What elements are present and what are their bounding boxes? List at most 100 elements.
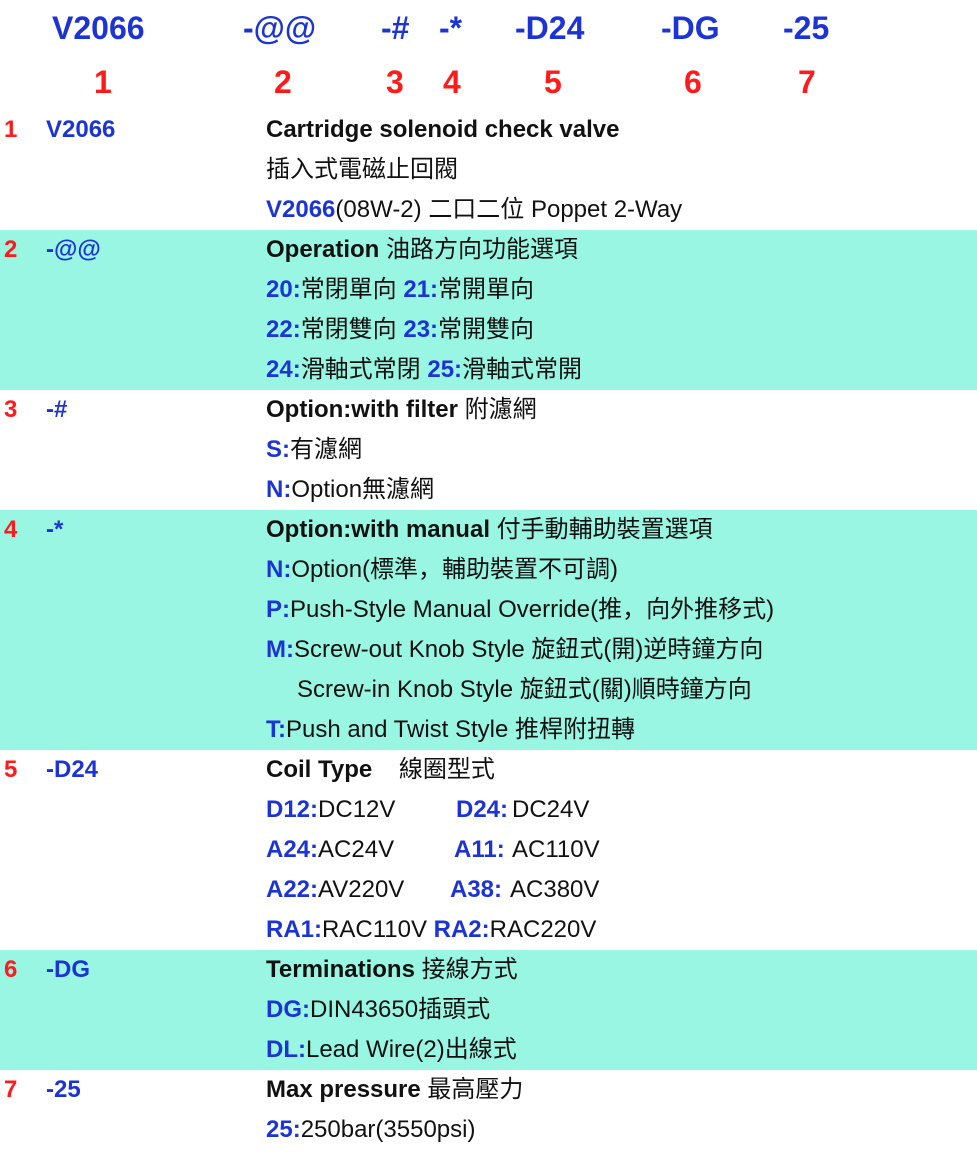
header-code-1: V2066 (52, 10, 145, 46)
option-key: 20: (266, 276, 301, 303)
option-value: AC380V (510, 876, 600, 903)
description-text: 插入式電磁止回閥 (266, 156, 458, 183)
option-key: S: (266, 436, 290, 463)
option-value: 250bar(3550psi) (300, 1116, 476, 1143)
option-key: A24: (266, 836, 319, 863)
section-code: -* (46, 516, 64, 543)
option-line: 25:250bar(3550psi) (266, 1110, 475, 1150)
option-key: 21: (403, 276, 439, 303)
option-value: 有濾網 (290, 436, 362, 463)
section-code: -DG (46, 956, 90, 983)
option-line: M:Screw-out Knob Style 旋鈕式(開)逆時鐘方向 (266, 630, 763, 670)
header-number-2: 2 (274, 64, 292, 100)
section-title-cn: 最高壓力 (420, 1076, 524, 1103)
option-line: N:Option無濾網 (266, 470, 434, 510)
section-1-base-model: 1 V2066 Cartridge solenoid check valve 插… (0, 110, 977, 230)
option-value: 常開單向 (438, 276, 535, 303)
section-title-cn: 接線方式 (414, 956, 518, 983)
section-title: Option:with filter (266, 396, 458, 423)
option-value: AC24V (318, 836, 395, 863)
option-value: Option無濾網 (291, 476, 435, 503)
header-code-6: -DG (661, 10, 720, 46)
section-6-terminations: 6 -DG Terminations 接線方式 DG:DIN43650插頭式 D… (0, 950, 977, 1070)
section-code: -25 (46, 1076, 81, 1103)
option-line: N:Option(標準，輔助裝置不可調) (266, 550, 618, 590)
section-title-line: Option:with manual 付手動輔助裝置選項 (266, 510, 713, 550)
header-code-4: -* (439, 10, 463, 46)
section-number: 7 (4, 1076, 18, 1103)
section-code: -# (46, 396, 68, 423)
option-value: DIN43650插頭式 (310, 996, 491, 1023)
header-code-2: -@@ (243, 10, 317, 46)
option-value: Lead Wire(2)出線式 (305, 1036, 517, 1063)
section-title-line: Terminations 接線方式 (266, 950, 518, 990)
section-title-line: Option:with filter 附濾網 (266, 390, 537, 430)
section-title: Cartridge solenoid check valve (266, 116, 620, 143)
option-line: D12:DC12V D24: DC24V (266, 790, 589, 830)
option-line: DG:DIN43650插頭式 (266, 990, 490, 1030)
section-4-manual-override: 4 -* Option:with manual 付手動輔助裝置選項 N:Opti… (0, 510, 977, 750)
section-title-line: Cartridge solenoid check valve (266, 110, 619, 150)
option-key: DL: (266, 1036, 306, 1063)
option-line: P:Push-Style Manual Override(推，向外推移式) (266, 590, 774, 630)
section-code: -@@ (46, 236, 101, 263)
header-number-4: 4 (443, 64, 461, 100)
header-number-3: 3 (386, 64, 404, 100)
option-value: DC12V (318, 796, 396, 823)
option-key: D24: (456, 796, 509, 823)
section-title-line: Max pressure 最高壓力 (266, 1070, 523, 1110)
section-number: 5 (4, 756, 18, 783)
option-line-continued: Screw-in Knob Style 旋鈕式(關)順時鐘方向 (297, 670, 752, 710)
option-value: DC24V (512, 796, 590, 823)
option-key: 24: (266, 356, 301, 383)
description-line: 插入式電磁止回閥 (266, 150, 458, 190)
section-number: 6 (4, 956, 18, 983)
section-title: Max pressure (266, 1076, 421, 1103)
section-title-cn: 付手動輔助裝置選項 (489, 516, 713, 543)
header-code-5: -D24 (515, 10, 585, 46)
option-value: AV220V (318, 876, 405, 903)
option-key: P: (266, 596, 290, 623)
option-key: N: (266, 556, 292, 583)
option-value: AC110V (512, 836, 600, 863)
option-line: T:Push and Twist Style 推桿附扭轉 (266, 710, 635, 750)
option-value: 常開雙向 (438, 316, 535, 343)
option-line: 22:常閉雙向 23:常開雙向 (266, 310, 534, 350)
section-5-coil-type: 5 -D24 Coil Type 線圈型式 D12:DC12V D24: DC24… (0, 750, 977, 950)
section-number: 4 (4, 516, 18, 543)
option-key: 25: (266, 1116, 301, 1143)
option-key: D12: (266, 796, 319, 823)
model-key: V2066 (266, 196, 336, 223)
section-number: 3 (4, 396, 18, 423)
section-code: -D24 (46, 756, 99, 783)
header-number-7: 7 (798, 64, 816, 100)
option-key: A38: (450, 876, 503, 903)
option-line: RA1:RAC110V RA2:RAC220V (266, 910, 596, 950)
option-value: Push and Twist Style 推桿附扭轉 (286, 716, 636, 743)
option-key: RA1: (266, 916, 323, 943)
section-3-filter: 3 -# Option:with filter 附濾網 S:有濾網 N:Opti… (0, 390, 977, 510)
section-title: Option:with manual (266, 516, 490, 543)
section-title-cn: 線圈型式 (372, 756, 495, 783)
option-key: DG: (266, 996, 310, 1023)
option-key: A22: (266, 876, 319, 903)
option-value: Screw-in Knob Style 旋鈕式(關)順時鐘方向 (297, 676, 752, 703)
section-title: Operation (266, 236, 380, 263)
option-value: 常閉單向 (300, 276, 404, 303)
header-number-5: 5 (544, 64, 562, 100)
option-value: Push-Style Manual Override(推，向外推移式) (290, 596, 775, 623)
option-key: T: (266, 716, 286, 743)
section-title: Coil Type (266, 756, 373, 783)
section-title-cn: 附濾網 (457, 396, 537, 423)
option-value: Option(標準，輔助裝置不可調) (291, 556, 619, 583)
option-line: 20:常閉單向 21:常開單向 (266, 270, 534, 310)
section-2-operation: 2 -@@ Operation 油路方向功能選項 20:常閉單向 21:常開單向… (0, 230, 977, 390)
section-number: 2 (4, 236, 18, 263)
option-line: A24:AC24V A11: AC110V (266, 830, 600, 870)
option-key: 25: (427, 356, 463, 383)
option-key: 22: (266, 316, 301, 343)
section-7-max-pressure: 7 -25 Max pressure 最高壓力 25:250bar(3550ps… (0, 1070, 977, 1159)
header-number-6: 6 (684, 64, 702, 100)
section-code: V2066 (46, 116, 116, 143)
option-key: RA2: (433, 916, 490, 943)
